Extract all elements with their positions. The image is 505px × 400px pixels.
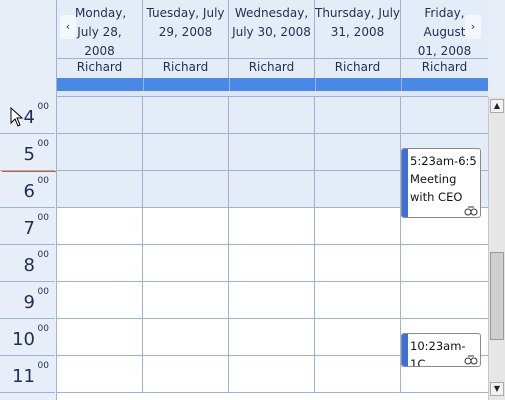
time-slot[interactable] (229, 282, 315, 319)
time-slot[interactable] (315, 356, 401, 393)
time-slot[interactable] (229, 171, 315, 208)
hour-minutes: 00 (37, 176, 49, 186)
time-slot[interactable] (143, 208, 229, 245)
time-slot[interactable] (143, 356, 229, 393)
time-slot[interactable] (401, 282, 488, 319)
day-owner: Richard (57, 58, 142, 76)
time-gutter: 4 00 5 00 6 00 7 00 8 00 9 00 10 00 11 0… (0, 97, 57, 400)
hour-minutes: 00 (37, 102, 49, 112)
day-owner: Richard (315, 58, 400, 76)
day-date: Thursday, July 31, 2008 (315, 6, 401, 39)
appointment-meeting-with-ceo[interactable]: 5:23am-6:5 Meeting with CEO (401, 148, 481, 218)
scrollbar-thumb[interactable] (490, 252, 504, 340)
time-slot[interactable] (315, 134, 401, 171)
time-slot[interactable] (315, 282, 401, 319)
time-slot[interactable] (57, 171, 143, 208)
hour-minutes: 00 (37, 213, 49, 223)
time-slot[interactable] (315, 319, 401, 356)
vertical-scrollbar[interactable]: ▲ ▼ (488, 97, 505, 400)
time-slot[interactable] (315, 171, 401, 208)
previous-week-button[interactable]: ‹ (60, 15, 76, 39)
all-day-divider (143, 78, 144, 91)
time-slot[interactable] (401, 97, 488, 134)
appointment-text: 5:23am-6:5 Meeting with CEO (410, 154, 477, 204)
current-time-indicator (2, 171, 56, 172)
all-day-bar[interactable] (57, 78, 488, 91)
day-date: Wednesday, July 30, 2008 (232, 6, 311, 39)
time-slot[interactable] (143, 282, 229, 319)
time-slot[interactable] (143, 97, 229, 134)
time-slot[interactable] (57, 319, 143, 356)
time-slot[interactable] (229, 245, 315, 282)
hour-number: 7 (23, 218, 35, 239)
header-corner (0, 0, 57, 97)
time-slot[interactable] (229, 356, 315, 393)
header-scroll-spacer (488, 0, 505, 97)
time-slot[interactable] (143, 319, 229, 356)
time-slot[interactable] (229, 97, 315, 134)
hour-minutes: 00 (37, 324, 49, 334)
next-week-button[interactable]: › (465, 15, 481, 39)
scroll-down-button[interactable]: ▼ (490, 382, 504, 396)
time-slot[interactable] (57, 245, 143, 282)
time-slot[interactable] (57, 282, 143, 319)
recurrence-icon (464, 355, 478, 365)
day-owner: Richard (143, 58, 228, 76)
hour-minutes: 00 (37, 361, 49, 371)
hour-label: 9 00 (0, 282, 55, 319)
time-slot[interactable] (143, 245, 229, 282)
day-date: Tuesday, July 29, 2008 (146, 6, 225, 39)
time-slot[interactable] (315, 208, 401, 245)
day-owner: Richard (401, 58, 488, 76)
hour-number: 11 (12, 366, 35, 387)
day-header-thursday[interactable]: Thursday, July 31, 2008 Richard (315, 0, 401, 78)
time-slot[interactable] (229, 134, 315, 171)
mouse-cursor-icon (10, 107, 24, 127)
all-day-divider (229, 78, 230, 91)
time-slot[interactable] (315, 97, 401, 134)
time-slot[interactable] (315, 245, 401, 282)
hour-number: 6 (23, 181, 35, 202)
day-header-tuesday[interactable]: Tuesday, July 29, 2008 Richard (143, 0, 229, 78)
appointment-status-stripe (402, 334, 408, 366)
time-slot[interactable] (229, 319, 315, 356)
hour-number: 4 (23, 107, 35, 128)
hour-number: 5 (23, 144, 35, 165)
scroll-up-button[interactable]: ▲ (490, 99, 504, 113)
day-header-monday[interactable]: Monday, July 28, 2008 Richard (57, 0, 143, 78)
recurrence-icon (464, 206, 478, 216)
hour-number: 9 (23, 292, 35, 313)
hour-label: 6 00 (0, 171, 55, 208)
time-slot[interactable] (57, 134, 143, 171)
time-slot[interactable] (401, 245, 488, 282)
appointment-status-stripe (402, 149, 408, 217)
day-header-friday[interactable]: Friday, August 01, 2008 Richard (401, 0, 488, 78)
day-owner: Richard (229, 58, 314, 76)
time-slot[interactable] (229, 208, 315, 245)
hour-minutes: 00 (37, 139, 49, 149)
hour-label: 10 00 (0, 319, 55, 356)
all-day-divider (315, 78, 316, 91)
day-header-wednesday[interactable]: Wednesday, July 30, 2008 Richard (229, 0, 315, 78)
time-slot[interactable] (57, 356, 143, 393)
hour-label: 8 00 (0, 245, 55, 282)
time-slot[interactable] (143, 171, 229, 208)
hour-minutes: 00 (37, 250, 49, 260)
time-slot[interactable] (57, 208, 143, 245)
hour-label: 5 00 (0, 134, 55, 171)
hour-label: 4 00 (0, 97, 55, 134)
schedule-grid[interactable]: 5:23am-6:5 Meeting with CEO 10:23am-1C (57, 97, 488, 400)
time-slot[interactable] (143, 134, 229, 171)
time-slot[interactable] (57, 97, 143, 134)
hour-number: 8 (23, 255, 35, 276)
hour-number: 10 (12, 329, 35, 350)
appointment-10am[interactable]: 10:23am-1C (401, 333, 481, 367)
hour-minutes: 00 (37, 287, 49, 297)
all-day-divider (401, 78, 402, 91)
hour-label: 7 00 (0, 208, 55, 245)
hour-label: 11 00 (0, 356, 55, 393)
